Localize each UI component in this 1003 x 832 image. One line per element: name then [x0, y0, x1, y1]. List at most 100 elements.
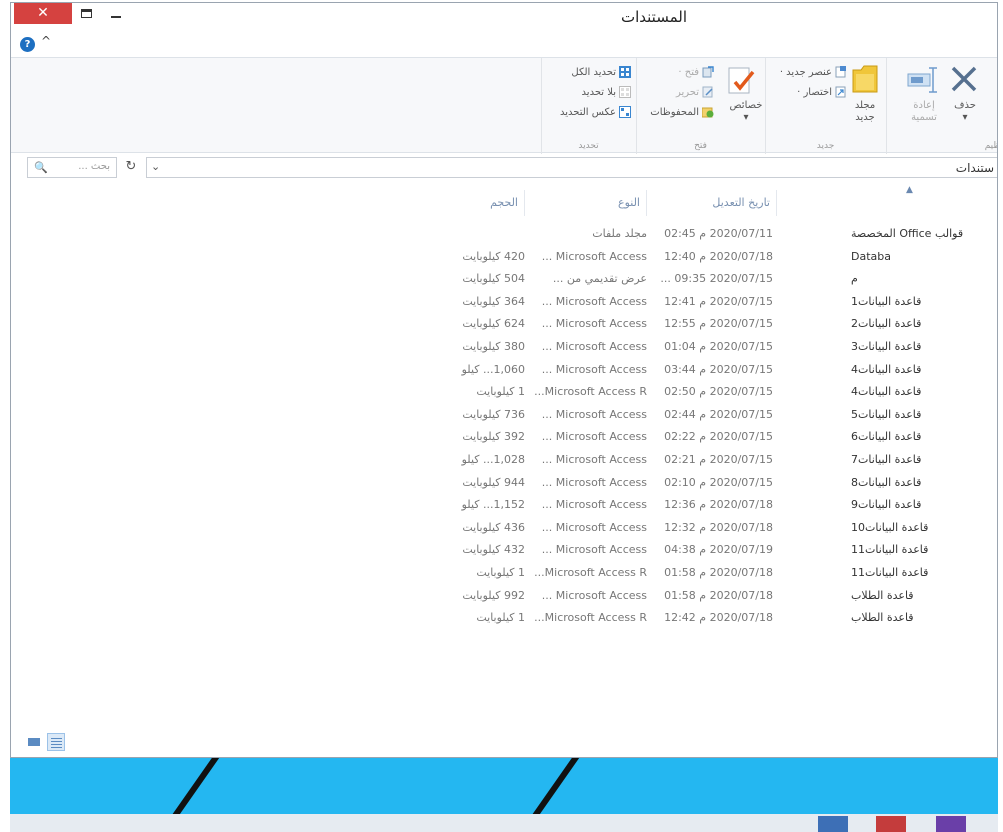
file-type: Microsoft Access ... [541, 294, 647, 308]
table-row[interactable]: 736 كيلوبايت Microsoft Access ... 2020/07/… [11, 404, 997, 426]
column-header-type[interactable]: النوع [529, 190, 647, 216]
file-name: قاعدة البيانات11 [851, 566, 929, 579]
rename-icon [907, 67, 937, 93]
file-size: 380 كيلوبايت [462, 340, 525, 353]
help-row: ? ^ [11, 33, 997, 57]
column-header-size[interactable]: الحجم [445, 190, 525, 216]
ribbon-group-organize: إعادة تسمية حذف ▾ تنظيم [886, 58, 997, 154]
select-all-button[interactable]: تحديد الكل [571, 66, 631, 78]
file-type: Microsoft Access ... [541, 498, 647, 512]
file-date: 2020/07/15 م 02:21 [664, 453, 773, 466]
edit-button[interactable]: تحرير [676, 86, 714, 98]
table-row[interactable]: 1 كيلوبايت Microsoft Access R... 2020/07/1… [11, 381, 997, 403]
help-icon[interactable]: ? [20, 37, 35, 52]
file-size [445, 223, 525, 245]
file-date: 2020/07/18 م 01:58 [664, 588, 773, 602]
file-type: Microsoft Access R... [534, 566, 647, 579]
refresh-button[interactable]: ↻ [121, 157, 141, 178]
explorer-window: ✕ المستندات ? ^ تحديد الكل بلا تحديد عكس… [10, 2, 998, 758]
shortcut-icon [835, 86, 846, 98]
invert-selection-button[interactable]: عكس التحديد [560, 106, 631, 118]
table-row[interactable]: 1,028... كيلو Microsoft Access ... 2020/07… [11, 449, 997, 471]
file-date: 2020/07/15 م 01:04 [664, 340, 773, 353]
file-date: 2020/07/15 م 12:55 [664, 317, 773, 331]
invert-selection-icon [619, 106, 631, 118]
file-type: Microsoft Access ... [541, 430, 647, 444]
table-row[interactable]: 1,060... كيلو Microsoft Access ... 2020/07… [11, 359, 997, 381]
table-row[interactable]: 364 كيلوبايت Microsoft Access ... 2020/07/… [11, 291, 997, 313]
file-name: قاعدة البيانات10 [851, 520, 929, 534]
large-icons-view-icon [28, 738, 40, 746]
table-row[interactable]: 504 كيلوبايت عرض تقديمي من ... 2020/07/15 … [11, 268, 997, 290]
address-bar[interactable]: ⌄ ستندات [146, 157, 997, 178]
chevron-down-icon[interactable]: ⌄ [151, 160, 160, 173]
delete-label: حذف [954, 100, 976, 111]
details-view-button[interactable] [47, 733, 65, 751]
file-type: مجلد ملفات [592, 227, 647, 240]
file-type: Microsoft Access ... [541, 340, 647, 353]
refresh-icon: ↻ [125, 159, 137, 174]
shortcut-button[interactable]: اختصار · [797, 86, 847, 98]
file-size: 1,060... كيلو [461, 362, 525, 376]
file-name: قاعدة البيانات7 [851, 453, 922, 466]
table-row[interactable]: مجلد ملفات 2020/07/11 م 02:45 قوالب Office… [11, 223, 997, 245]
file-size: 504 كيلوبايت [462, 272, 525, 286]
table-row[interactable]: 1 كيلوبايت Microsoft Access R... 2020/07/1… [11, 607, 997, 629]
file-date: 2020/07/18 م 12:40 [664, 249, 773, 263]
table-row[interactable]: 420 كيلوبايت Microsoft Access ... 2020/07/… [11, 246, 997, 268]
sort-arrow-icon[interactable]: ▲ [906, 185, 913, 195]
table-row[interactable]: 624 كيلوبايت Microsoft Access ... 2020/07/… [11, 313, 997, 335]
table-row[interactable]: 992 كيلوبايت Microsoft Access ... 2020/07/… [11, 585, 997, 607]
search-input[interactable]: 🔍 بحث ... [27, 157, 117, 178]
open-button[interactable]: فتح · [678, 66, 714, 78]
file-name: قاعدة الطلاب [851, 588, 914, 602]
file-size: 944 كيلوبايت [462, 475, 525, 489]
file-name: قاعدة البيانات4 [851, 385, 922, 399]
delete-dropdown-icon: ▾ [962, 112, 968, 123]
file-size: 392 كيلوبايت [462, 430, 525, 444]
window-title: المستندات [620, 8, 687, 26]
ribbon-group-new-label: جديد [816, 141, 835, 151]
file-type: Microsoft Access ... [541, 543, 647, 557]
file-date: 2020/07/18 م 12:42 [664, 611, 773, 625]
table-row[interactable]: 1 كيلوبايت Microsoft Access R... 2020/07/1… [11, 562, 997, 584]
file-name: قاعدة البيانات1 [851, 294, 922, 308]
desktop-decoration [169, 758, 227, 814]
table-row[interactable]: 380 كيلوبايت Microsoft Access ... 2020/07/… [11, 336, 997, 358]
table-row[interactable]: 1,152... كيلو Microsoft Access ... 2020/07… [11, 494, 997, 516]
file-size: 992 كيلوبايت [462, 588, 525, 602]
table-row[interactable]: 944 كيلوبايت Microsoft Access ... 2020/07/… [11, 472, 997, 494]
properties-icon [728, 67, 755, 94]
file-size: 736 كيلوبايت [462, 407, 525, 421]
properties-dropdown-icon: ▾ [743, 112, 749, 123]
history-button[interactable]: المحفوظات [650, 106, 714, 118]
taskbar-app-word[interactable] [818, 816, 848, 832]
table-row[interactable]: 392 كيلوبايت Microsoft Access ... 2020/07/… [11, 426, 997, 448]
edit-icon [702, 86, 713, 98]
file-date: 2020/07/15 م 02:10 [664, 475, 773, 489]
file-type: عرض تقديمي من ... [552, 272, 647, 286]
title-bar: ✕ المستندات [11, 3, 997, 33]
ribbon-collapse-icon[interactable]: ^ [41, 34, 51, 48]
taskbar-app-access[interactable] [876, 816, 906, 832]
file-name: Databa [851, 249, 891, 263]
large-icons-view-button[interactable] [25, 733, 43, 751]
file-date: 2020/07/18 م 12:32 [664, 520, 773, 534]
column-header-date[interactable]: تاريخ التعديل [651, 190, 777, 216]
properties-label: خصائص [729, 100, 763, 111]
select-none-icon [619, 86, 631, 98]
file-type: Microsoft Access ... [541, 520, 647, 534]
file-type: Microsoft Access R... [534, 385, 647, 399]
file-date: 2020/07/15 م 02:50 [664, 385, 773, 399]
file-name: قاعدة البيانات2 [851, 317, 922, 331]
file-type: Microsoft Access ... [541, 317, 647, 331]
select-none-button[interactable]: بلا تحديد [582, 86, 631, 98]
table-row[interactable]: 432 كيلوبايت Microsoft Access ... 2020/07/… [11, 539, 997, 561]
table-row[interactable]: 436 كيلوبايت Microsoft Access ... 2020/07/… [11, 517, 997, 539]
taskbar-app-settings[interactable] [936, 816, 966, 832]
file-date: 2020/07/18 م 01:58 [664, 566, 773, 579]
file-name: قاعدة الطلاب [851, 611, 914, 625]
file-size: 432 كيلوبايت [462, 543, 525, 557]
address-path: ستندات [955, 161, 994, 175]
new-item-button[interactable]: عنصر جديد · [780, 66, 847, 78]
